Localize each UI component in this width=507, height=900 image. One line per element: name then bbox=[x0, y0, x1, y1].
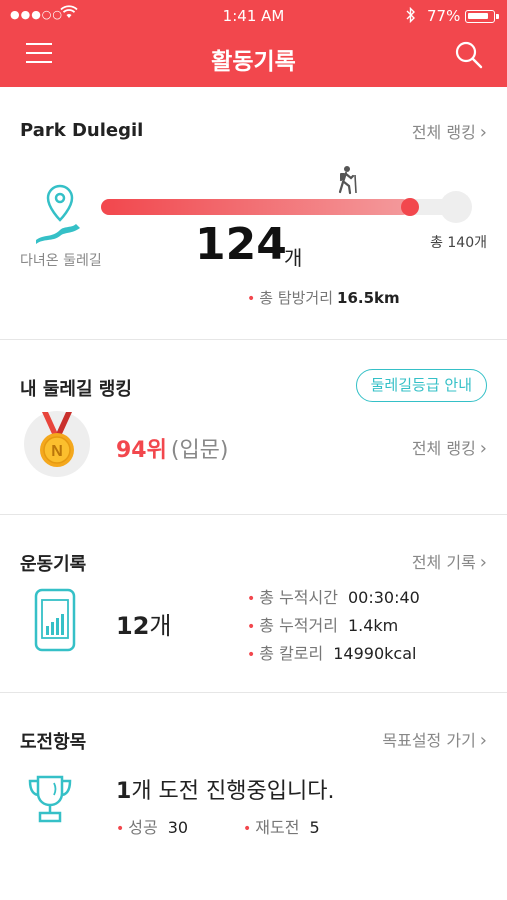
battery-icon bbox=[465, 10, 499, 23]
progress-fill bbox=[101, 199, 410, 215]
walked-count-unit: 개 bbox=[284, 246, 303, 270]
exercise-full-link[interactable]: 전체 기록 › bbox=[412, 549, 487, 573]
progress-end-marker bbox=[440, 191, 472, 223]
bullet-icon: • bbox=[247, 619, 256, 635]
bluetooth-icon bbox=[406, 6, 416, 27]
search-icon bbox=[455, 41, 483, 69]
rank-number: 94위 bbox=[116, 438, 167, 463]
park-summary-section: Park Dulegil 전체 랭킹 › 다녀온 둘레길 124 개 총 140개… bbox=[0, 87, 507, 340]
status-bar: ●●●○○ 1:41 AM 77% bbox=[0, 0, 507, 32]
page-title: 활동기록 bbox=[211, 49, 296, 75]
ranking-title: 내 둘레길 랭킹 bbox=[20, 379, 132, 400]
ranking-section: 내 둘레길 랭킹 둘레길등급 안내 N 94위 (입문) 전체 랭킹 › bbox=[0, 340, 507, 515]
goal-setting-link[interactable]: 목표설정 가기 › bbox=[382, 727, 487, 751]
ranking-full-link[interactable]: 전체 랭킹 › bbox=[412, 435, 487, 459]
chevron-right-icon: › bbox=[479, 552, 487, 573]
exercise-title: 운동기록 bbox=[20, 554, 87, 575]
my-rank: 94위 (입문) bbox=[116, 432, 229, 464]
chevron-right-icon: › bbox=[479, 730, 487, 751]
chevron-right-icon: › bbox=[479, 122, 487, 143]
success-count: • 성공 30 bbox=[116, 818, 189, 837]
phone-chart-icon bbox=[34, 588, 76, 652]
walked-label: 다녀온 둘레길 bbox=[20, 253, 102, 269]
trophy-icon bbox=[28, 775, 72, 823]
medal-icon: N bbox=[40, 412, 74, 467]
bullet-icon: • bbox=[247, 291, 256, 307]
retry-count: • 재도전 5 bbox=[243, 818, 320, 837]
park-title: Park Dulegil bbox=[20, 120, 144, 141]
exercise-count: 12개 bbox=[116, 612, 172, 640]
app-header: ●●●○○ 1:41 AM 77% 활동기록 bbox=[0, 0, 507, 87]
bullet-icon: • bbox=[247, 591, 256, 607]
search-button[interactable] bbox=[454, 40, 484, 70]
park-progress-bar bbox=[101, 191, 472, 223]
total-distance-value: 16.5km bbox=[337, 289, 400, 307]
bullet-icon: • bbox=[116, 821, 125, 837]
walked-count: 124 bbox=[195, 219, 287, 270]
grade-guide-button[interactable]: 둘레길등급 안내 bbox=[355, 369, 487, 402]
chevron-right-icon: › bbox=[479, 438, 487, 459]
exercise-section: 운동기록 전체 기록 › 12개 • 총 누적시간 00:30:40 • 총 누적거리 1… bbox=[0, 515, 507, 693]
svg-text:N: N bbox=[51, 443, 63, 460]
park-full-ranking-link[interactable]: 전체 랭킹 › bbox=[412, 119, 487, 143]
bullet-icon: • bbox=[243, 821, 252, 837]
stat-total-time: • 총 누적시간 00:30:40 bbox=[247, 588, 420, 607]
total-distance: • 총 탐방거리 16.5km bbox=[247, 289, 400, 307]
challenge-section: 도전항목 목표설정 가기 › 1개 도전 진행중입니다. • 성공 30 • 재도전 5 bbox=[0, 693, 507, 900]
hiker-icon bbox=[338, 166, 357, 195]
bullet-icon: • bbox=[247, 647, 256, 663]
stat-total-calories: • 총 칼로리 14990kcal bbox=[247, 644, 417, 663]
rank-grade: (입문) bbox=[170, 438, 229, 463]
battery-percent: 77% bbox=[427, 7, 461, 25]
challenge-title: 도전항목 bbox=[20, 732, 87, 753]
stat-total-distance: • 총 누적거리 1.4km bbox=[247, 616, 399, 635]
map-pin-icon bbox=[36, 184, 80, 244]
challenge-status: 1개 도전 진행중입니다. bbox=[116, 779, 335, 804]
progress-marker bbox=[401, 198, 419, 216]
total-count: 총 140개 bbox=[430, 235, 487, 251]
